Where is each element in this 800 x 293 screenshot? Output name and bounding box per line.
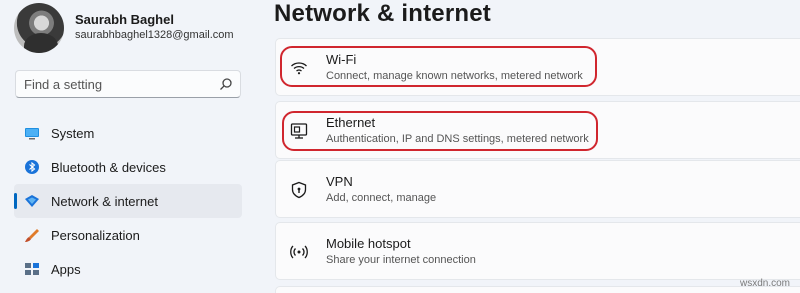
- ethernet-icon: [290, 123, 308, 139]
- card-subtitle: Authentication, IP and DNS settings, met…: [326, 133, 589, 145]
- card-title: VPN: [326, 174, 353, 189]
- wifi-diamond-icon: [25, 195, 39, 207]
- card-wifi[interactable]: Wi-Fi Connect, manage known networks, me…: [275, 38, 800, 96]
- avatar[interactable]: [14, 3, 64, 53]
- card-title: Ethernet: [326, 115, 376, 130]
- page-title: Network & internet: [274, 0, 491, 27]
- card-title: Wi-Fi: [326, 52, 357, 67]
- profile-email: saurabhbaghel1328@gmail.com: [75, 29, 234, 41]
- bluetooth-icon: [25, 160, 39, 174]
- wifi-icon: [291, 62, 307, 75]
- search-icon[interactable]: [219, 77, 233, 91]
- hotspot-icon: [290, 245, 308, 259]
- sidebar-item-label: Apps: [51, 262, 81, 277]
- sidebar: Saurabh Baghel saurabhbaghel1328@gmail.c…: [0, 0, 250, 293]
- sidebar-item-label: Bluetooth & devices: [51, 160, 166, 175]
- apps-icon: [25, 263, 39, 275]
- sidebar-item-bluetooth[interactable]: Bluetooth & devices: [14, 150, 242, 184]
- sidebar-item-system[interactable]: System: [14, 116, 242, 150]
- sidebar-nav: System Bluetooth & devices Network & int…: [14, 116, 242, 286]
- card-partial[interactable]: [275, 286, 800, 293]
- sidebar-item-label: Network & internet: [51, 194, 158, 209]
- user-profile[interactable]: Saurabh Baghel saurabhbaghel1328@gmail.c…: [14, 3, 250, 53]
- card-title: Mobile hotspot: [326, 236, 411, 251]
- card-subtitle: Add, connect, manage: [326, 192, 437, 204]
- card-subtitle: Connect, manage known networks, metered …: [326, 70, 583, 82]
- sidebar-item-label: Personalization: [51, 228, 140, 243]
- card-subtitle: Share your internet connection: [326, 254, 476, 266]
- card-ethernet[interactable]: Ethernet Authentication, IP and DNS sett…: [275, 101, 800, 159]
- sidebar-item-apps[interactable]: Apps: [14, 252, 242, 286]
- sidebar-item-label: System: [51, 126, 95, 141]
- shield-icon: [291, 181, 307, 199]
- search-input[interactable]: Find a setting: [15, 70, 241, 98]
- sidebar-item-personalization[interactable]: Personalization: [14, 218, 242, 252]
- sidebar-item-network[interactable]: Network & internet: [14, 184, 242, 218]
- watermark: wsxdn.com: [739, 278, 790, 289]
- card-mobile-hotspot[interactable]: Mobile hotspot Share your internet conne…: [275, 222, 800, 280]
- card-vpn[interactable]: VPN Add, connect, manage: [275, 160, 800, 218]
- search-placeholder: Find a setting: [24, 77, 103, 92]
- brush-icon: [25, 229, 39, 242]
- monitor-icon: [25, 128, 39, 140]
- profile-name: Saurabh Baghel: [75, 12, 174, 27]
